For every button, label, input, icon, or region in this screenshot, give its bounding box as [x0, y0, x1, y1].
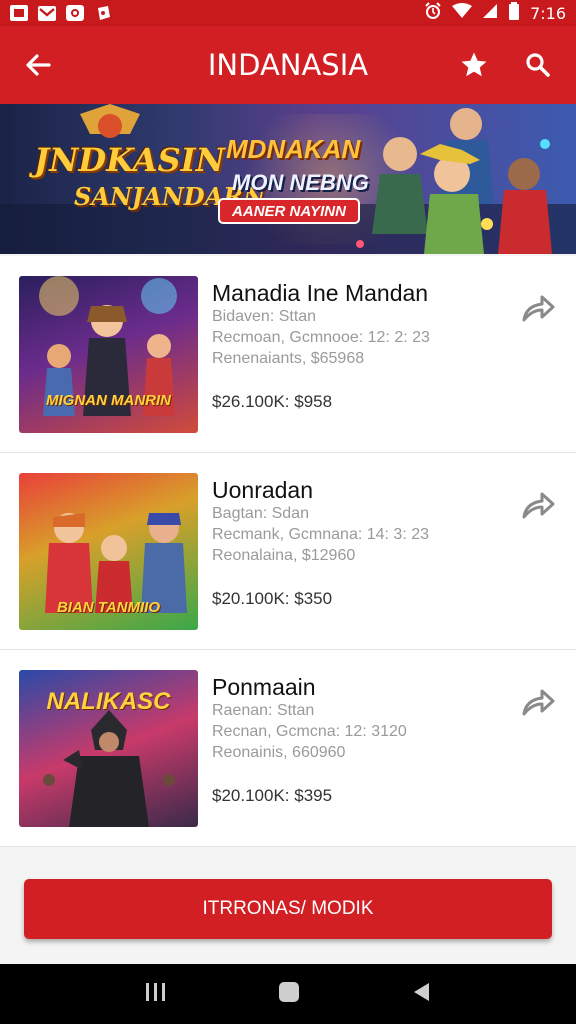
banner-logo-line1: JNDKASIN	[34, 141, 225, 179]
banner-heading: MDNAKAN	[226, 134, 361, 164]
back-button[interactable]	[20, 47, 56, 83]
system-navigation-bar	[0, 964, 576, 1024]
banner-subheading: MON NEBNG	[232, 170, 369, 195]
signal-icon	[482, 3, 498, 24]
recents-icon	[146, 982, 166, 1001]
card-detail-1: Bidaven: Sttan	[212, 308, 317, 325]
banner-cta-button[interactable]: AANER NAYINN	[218, 198, 360, 224]
card-detail-1: Bagtan: Sdan	[212, 505, 309, 522]
share-button[interactable]	[520, 684, 556, 720]
card-detail-3: Reonalaina, $12960	[212, 547, 356, 564]
share-icon	[522, 492, 555, 519]
alarm-icon	[424, 2, 442, 24]
camera-icon	[66, 5, 84, 21]
share-icon	[522, 295, 555, 322]
game-thumbnail: BIAN TANMIIO	[19, 473, 198, 630]
promo-banner[interactable]: JNDKASIN SANJANDARN MDNAKAN MON NEBNG AA…	[0, 104, 576, 254]
system-icons: 7:16	[424, 1, 566, 25]
card-price: $20.100K: $350	[212, 589, 333, 608]
game-list: MIGNAN MANRIN Manadia Ine Mandan Bidaven…	[0, 256, 576, 847]
share-icon	[522, 689, 555, 716]
footer: ITRRONAS/ MODIK	[0, 856, 576, 964]
game-notification-icon	[94, 4, 112, 22]
triangle-back-icon	[413, 982, 429, 1001]
primary-action-button[interactable]: ITRRONAS/ MODIK	[24, 879, 552, 939]
card-detail-2: Recmank, Gcmnana: 14: 3: 23	[212, 526, 429, 543]
card-detail-3: Renenaiants, $65968	[212, 350, 365, 367]
back-nav-button[interactable]	[410, 981, 432, 1008]
list-item[interactable]: MIGNAN MANRIN Manadia Ine Mandan Bidaven…	[0, 256, 576, 453]
wifi-icon	[452, 2, 473, 24]
notification-icons	[10, 4, 112, 22]
app-notification-icon	[10, 5, 28, 21]
list-item[interactable]: NALIKASC Ponmaain Raenan: Sttan Recnan, …	[0, 650, 576, 847]
card-title: Uonradan	[212, 477, 314, 503]
search-button[interactable]	[520, 47, 556, 83]
status-bar: 7:16	[0, 0, 576, 26]
home-button[interactable]	[277, 981, 301, 1008]
thumbnail-title: NALIKASC	[46, 688, 171, 715]
star-icon	[461, 52, 487, 77]
recent-apps-button[interactable]	[144, 981, 168, 1008]
thumbnail-title: MIGNAN MANRIN	[46, 392, 171, 409]
card-detail-2: Recmoan, Gcmnooe: 12: 2: 23	[212, 329, 430, 346]
arrow-back-icon	[26, 54, 51, 76]
card-detail-1: Raenan: Sttan	[212, 702, 315, 719]
gmail-icon	[38, 5, 56, 21]
card-detail-2: Recnan, Gcmcna: 12: 3120	[212, 723, 407, 740]
list-item[interactable]: BIAN TANMIIO Uonradan Bagtan: Sdan Recma…	[0, 453, 576, 650]
home-icon	[278, 981, 299, 1002]
thumbnail-title: BIAN TANMIIO	[56, 599, 161, 616]
card-price: $26.100K: $958	[212, 392, 333, 411]
game-thumbnail: NALIKASC	[19, 670, 198, 827]
share-button[interactable]	[520, 290, 556, 326]
search-icon	[526, 53, 550, 77]
card-title: Ponmaain	[212, 674, 316, 700]
card-title: Manadia Ine Mandan	[212, 280, 429, 306]
app-bar: INDANASIA	[0, 26, 576, 104]
battery-icon	[508, 1, 520, 25]
card-price: $20.100K: $395	[212, 786, 333, 805]
clock: 7:16	[530, 3, 566, 23]
share-button[interactable]	[520, 487, 556, 523]
card-detail-3: Reonainis, 660960	[212, 744, 346, 761]
favorite-button[interactable]	[456, 47, 492, 83]
game-thumbnail: MIGNAN MANRIN	[19, 276, 198, 433]
